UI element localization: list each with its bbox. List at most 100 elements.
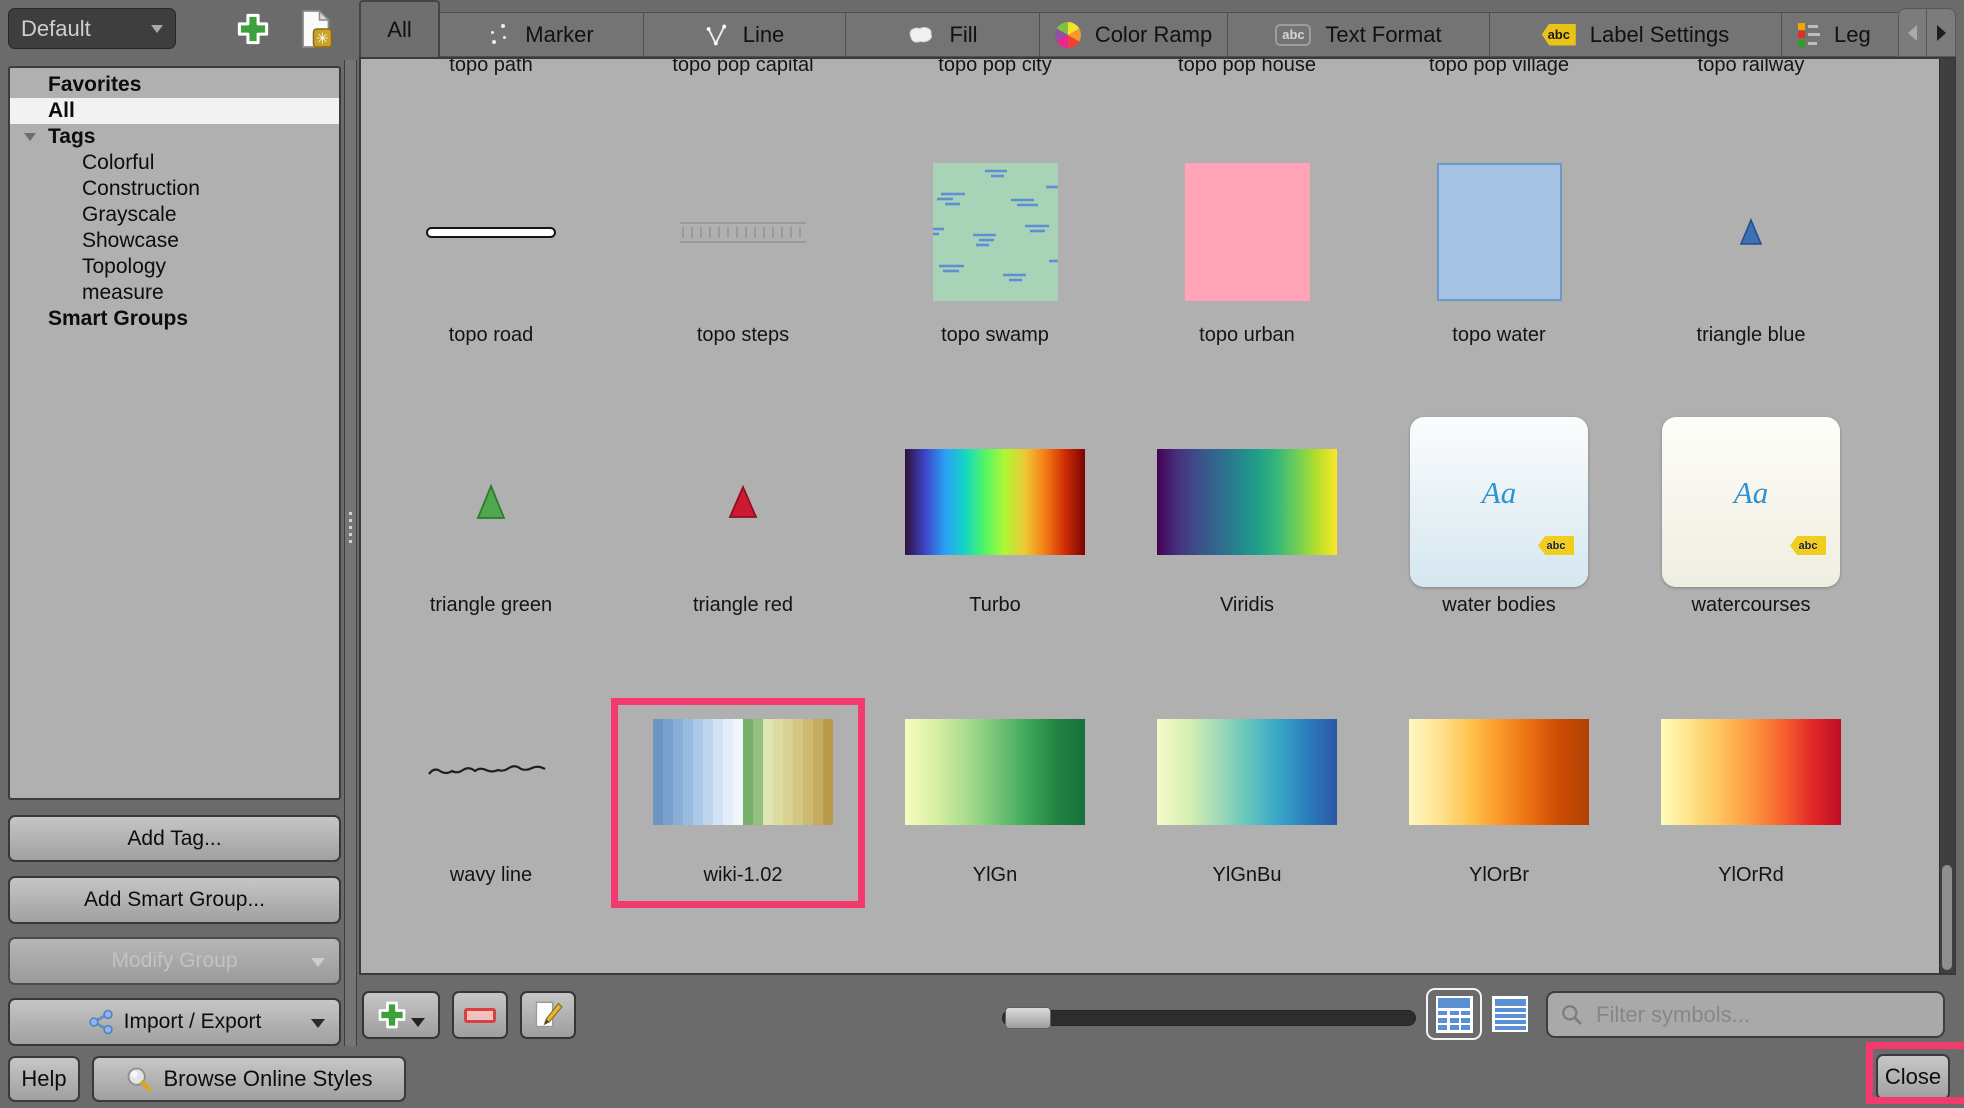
text-format-preview: Aa abc xyxy=(1410,417,1588,587)
symbol-label: topo road xyxy=(365,324,617,347)
group-item-grayscale[interactable]: Grayscale xyxy=(10,202,339,228)
help-button[interactable]: Help xyxy=(8,1056,80,1102)
group-item-construction[interactable]: Construction xyxy=(10,176,339,202)
symbol-cell-ylorrd[interactable]: YlOrRd xyxy=(1625,686,1877,956)
annotation-highlight-box xyxy=(1866,1042,1964,1104)
filter-symbols-box xyxy=(1546,991,1945,1038)
symbol-label: topo pop city xyxy=(869,57,1121,77)
new-style-database-button[interactable]: ✳ xyxy=(292,8,338,50)
symbol-cell-turbo[interactable]: Turbo xyxy=(869,416,1121,686)
symbol-row: wavy line wiki-1.02 YlGn YlGnBu YlOrBr xyxy=(365,686,1877,956)
chevron-right-icon xyxy=(1937,25,1946,41)
symbol-cell-topo-swamp[interactable]: topo swamp xyxy=(869,146,1121,416)
tab-line[interactable]: Line xyxy=(644,12,846,57)
tab-color-ramp[interactable]: Color Ramp xyxy=(1040,12,1228,57)
symbol-cell-topo-pop-city[interactable]: topo pop city xyxy=(869,57,1121,146)
group-item-showcase[interactable]: Showcase xyxy=(10,228,339,254)
sample-text: Aa xyxy=(1410,475,1588,511)
tab-fill[interactable]: Fill xyxy=(846,12,1040,57)
remove-item-button[interactable] xyxy=(452,991,508,1039)
symbol-label: topo water xyxy=(1373,324,1625,347)
splitter-handle[interactable] xyxy=(344,60,357,1046)
add-item-button[interactable] xyxy=(362,991,440,1039)
search-icon xyxy=(1560,1003,1584,1027)
color-ramp-preview xyxy=(905,719,1085,825)
tab-text-format[interactable]: abc Text Format xyxy=(1228,12,1490,57)
symbol-row-clipped: topo path topo pop capital topo pop city… xyxy=(365,57,1877,146)
symbol-cell-topo-pop-village[interactable]: topo pop village xyxy=(1373,57,1625,146)
group-item-measure[interactable]: measure xyxy=(10,280,339,306)
add-style-database-button[interactable] xyxy=(230,8,276,50)
text-format-icon: abc xyxy=(1275,24,1311,46)
browse-online-styles-button[interactable]: Browse Online Styles xyxy=(92,1056,406,1102)
list-view-toggle[interactable] xyxy=(1492,996,1528,1032)
symbol-cell-topo-pop-house[interactable]: topo pop house xyxy=(1121,57,1373,146)
line-symbol-preview xyxy=(680,222,806,243)
symbol-cell-topo-urban[interactable]: topo urban xyxy=(1121,146,1373,416)
symbol-cell-ylgnbu[interactable]: YlGnBu xyxy=(1121,686,1373,956)
edit-item-button[interactable] xyxy=(520,991,576,1039)
style-type-tabbar: All Marker Line Fill Color Ramp abc Text… xyxy=(359,0,1898,57)
label-settings-icon: abc xyxy=(1542,24,1576,46)
scrollbar-thumb[interactable] xyxy=(1942,865,1952,970)
symbol-label: watercourses xyxy=(1625,594,1877,617)
icon-view-toggle[interactable] xyxy=(1426,988,1482,1040)
tab-scroll-buttons xyxy=(1898,8,1956,57)
slider-thumb[interactable] xyxy=(1005,1007,1051,1029)
symbol-cell-water-bodies[interactable]: Aa abc water bodies xyxy=(1373,416,1625,686)
group-item-tags[interactable]: Tags xyxy=(10,124,339,150)
symbol-cell-wavy-line[interactable]: wavy line xyxy=(365,686,617,956)
symbol-cell-ylorbr[interactable]: YlOrBr xyxy=(1373,686,1625,956)
group-item-all[interactable]: All xyxy=(10,98,339,124)
group-item-topology[interactable]: Topology xyxy=(10,254,339,280)
symbol-cell-triangle-red[interactable]: triangle red xyxy=(617,416,869,686)
symbol-cell-topo-pop-capital[interactable]: topo pop capital xyxy=(617,57,869,146)
group-item-smart-groups[interactable]: Smart Groups xyxy=(10,306,339,332)
tab-label-settings[interactable]: abc Label Settings xyxy=(1490,12,1782,57)
thumbnail-size-slider[interactable] xyxy=(1002,1010,1416,1026)
symbol-label: topo pop village xyxy=(1373,57,1625,77)
symbol-cell-triangle-green[interactable]: triangle green xyxy=(365,416,617,686)
symbol-cell-wiki-102[interactable]: wiki-1.02 xyxy=(617,686,869,956)
symbol-cell-topo-steps[interactable]: topo steps xyxy=(617,146,869,416)
symbol-label: triangle green xyxy=(365,594,617,617)
symbol-cell-ylgn[interactable]: YlGn xyxy=(869,686,1121,956)
color-ramp-preview xyxy=(1157,719,1337,825)
abc-tag-icon: abc xyxy=(1790,536,1826,555)
tab-legend-patch-shapes[interactable]: Leg xyxy=(1782,12,1898,57)
color-ramp-preview xyxy=(1157,449,1337,555)
symbol-cell-topo-water[interactable]: topo water xyxy=(1373,146,1625,416)
expander-icon[interactable] xyxy=(24,133,36,141)
symbol-label: topo path xyxy=(365,57,617,77)
line-symbol-preview xyxy=(426,227,556,238)
symbol-cell-topo-path[interactable]: topo path xyxy=(365,57,617,146)
plus-icon xyxy=(236,12,270,46)
import-export-button[interactable]: Import / Export xyxy=(8,998,341,1046)
fill-symbol-preview xyxy=(1185,163,1310,301)
add-tag-button[interactable]: Add Tag... xyxy=(8,815,341,862)
symbol-cell-watercourses[interactable]: Aa abc watercourses xyxy=(1625,416,1877,686)
symbol-row: triangle green triangle red Turbo Viridi… xyxy=(365,416,1877,686)
symbol-label: YlGnBu xyxy=(1121,864,1373,887)
svg-text:✳: ✳ xyxy=(316,30,329,47)
symbol-label: YlOrRd xyxy=(1625,864,1877,887)
symbol-cell-topo-railway[interactable]: topo railway xyxy=(1625,57,1877,146)
style-database-select[interactable]: Default xyxy=(8,8,176,49)
abc-tag-icon: abc xyxy=(1538,536,1574,555)
marker-icon xyxy=(489,23,511,47)
symbol-cell-viridis[interactable]: Viridis xyxy=(1121,416,1373,686)
vertical-scrollbar[interactable] xyxy=(1939,59,1954,973)
add-smart-group-button[interactable]: Add Smart Group... xyxy=(8,876,341,924)
symbol-cell-topo-road[interactable]: topo road xyxy=(365,146,617,416)
group-item-colorful[interactable]: Colorful xyxy=(10,150,339,176)
filter-symbols-input[interactable] xyxy=(1594,1001,1931,1029)
tab-marker[interactable]: Marker xyxy=(440,12,644,57)
plus-icon xyxy=(377,1000,407,1030)
tab-scroll-right-button[interactable] xyxy=(1927,8,1956,57)
group-item-favorites[interactable]: Favorites xyxy=(10,72,339,98)
color-ramp-preview xyxy=(1661,719,1841,825)
symbol-cell-triangle-blue[interactable]: triangle blue xyxy=(1625,146,1877,416)
tab-all[interactable]: All xyxy=(359,0,440,57)
tab-scroll-left-button[interactable] xyxy=(1898,8,1927,57)
modify-group-button[interactable]: Modify Group xyxy=(8,937,341,985)
